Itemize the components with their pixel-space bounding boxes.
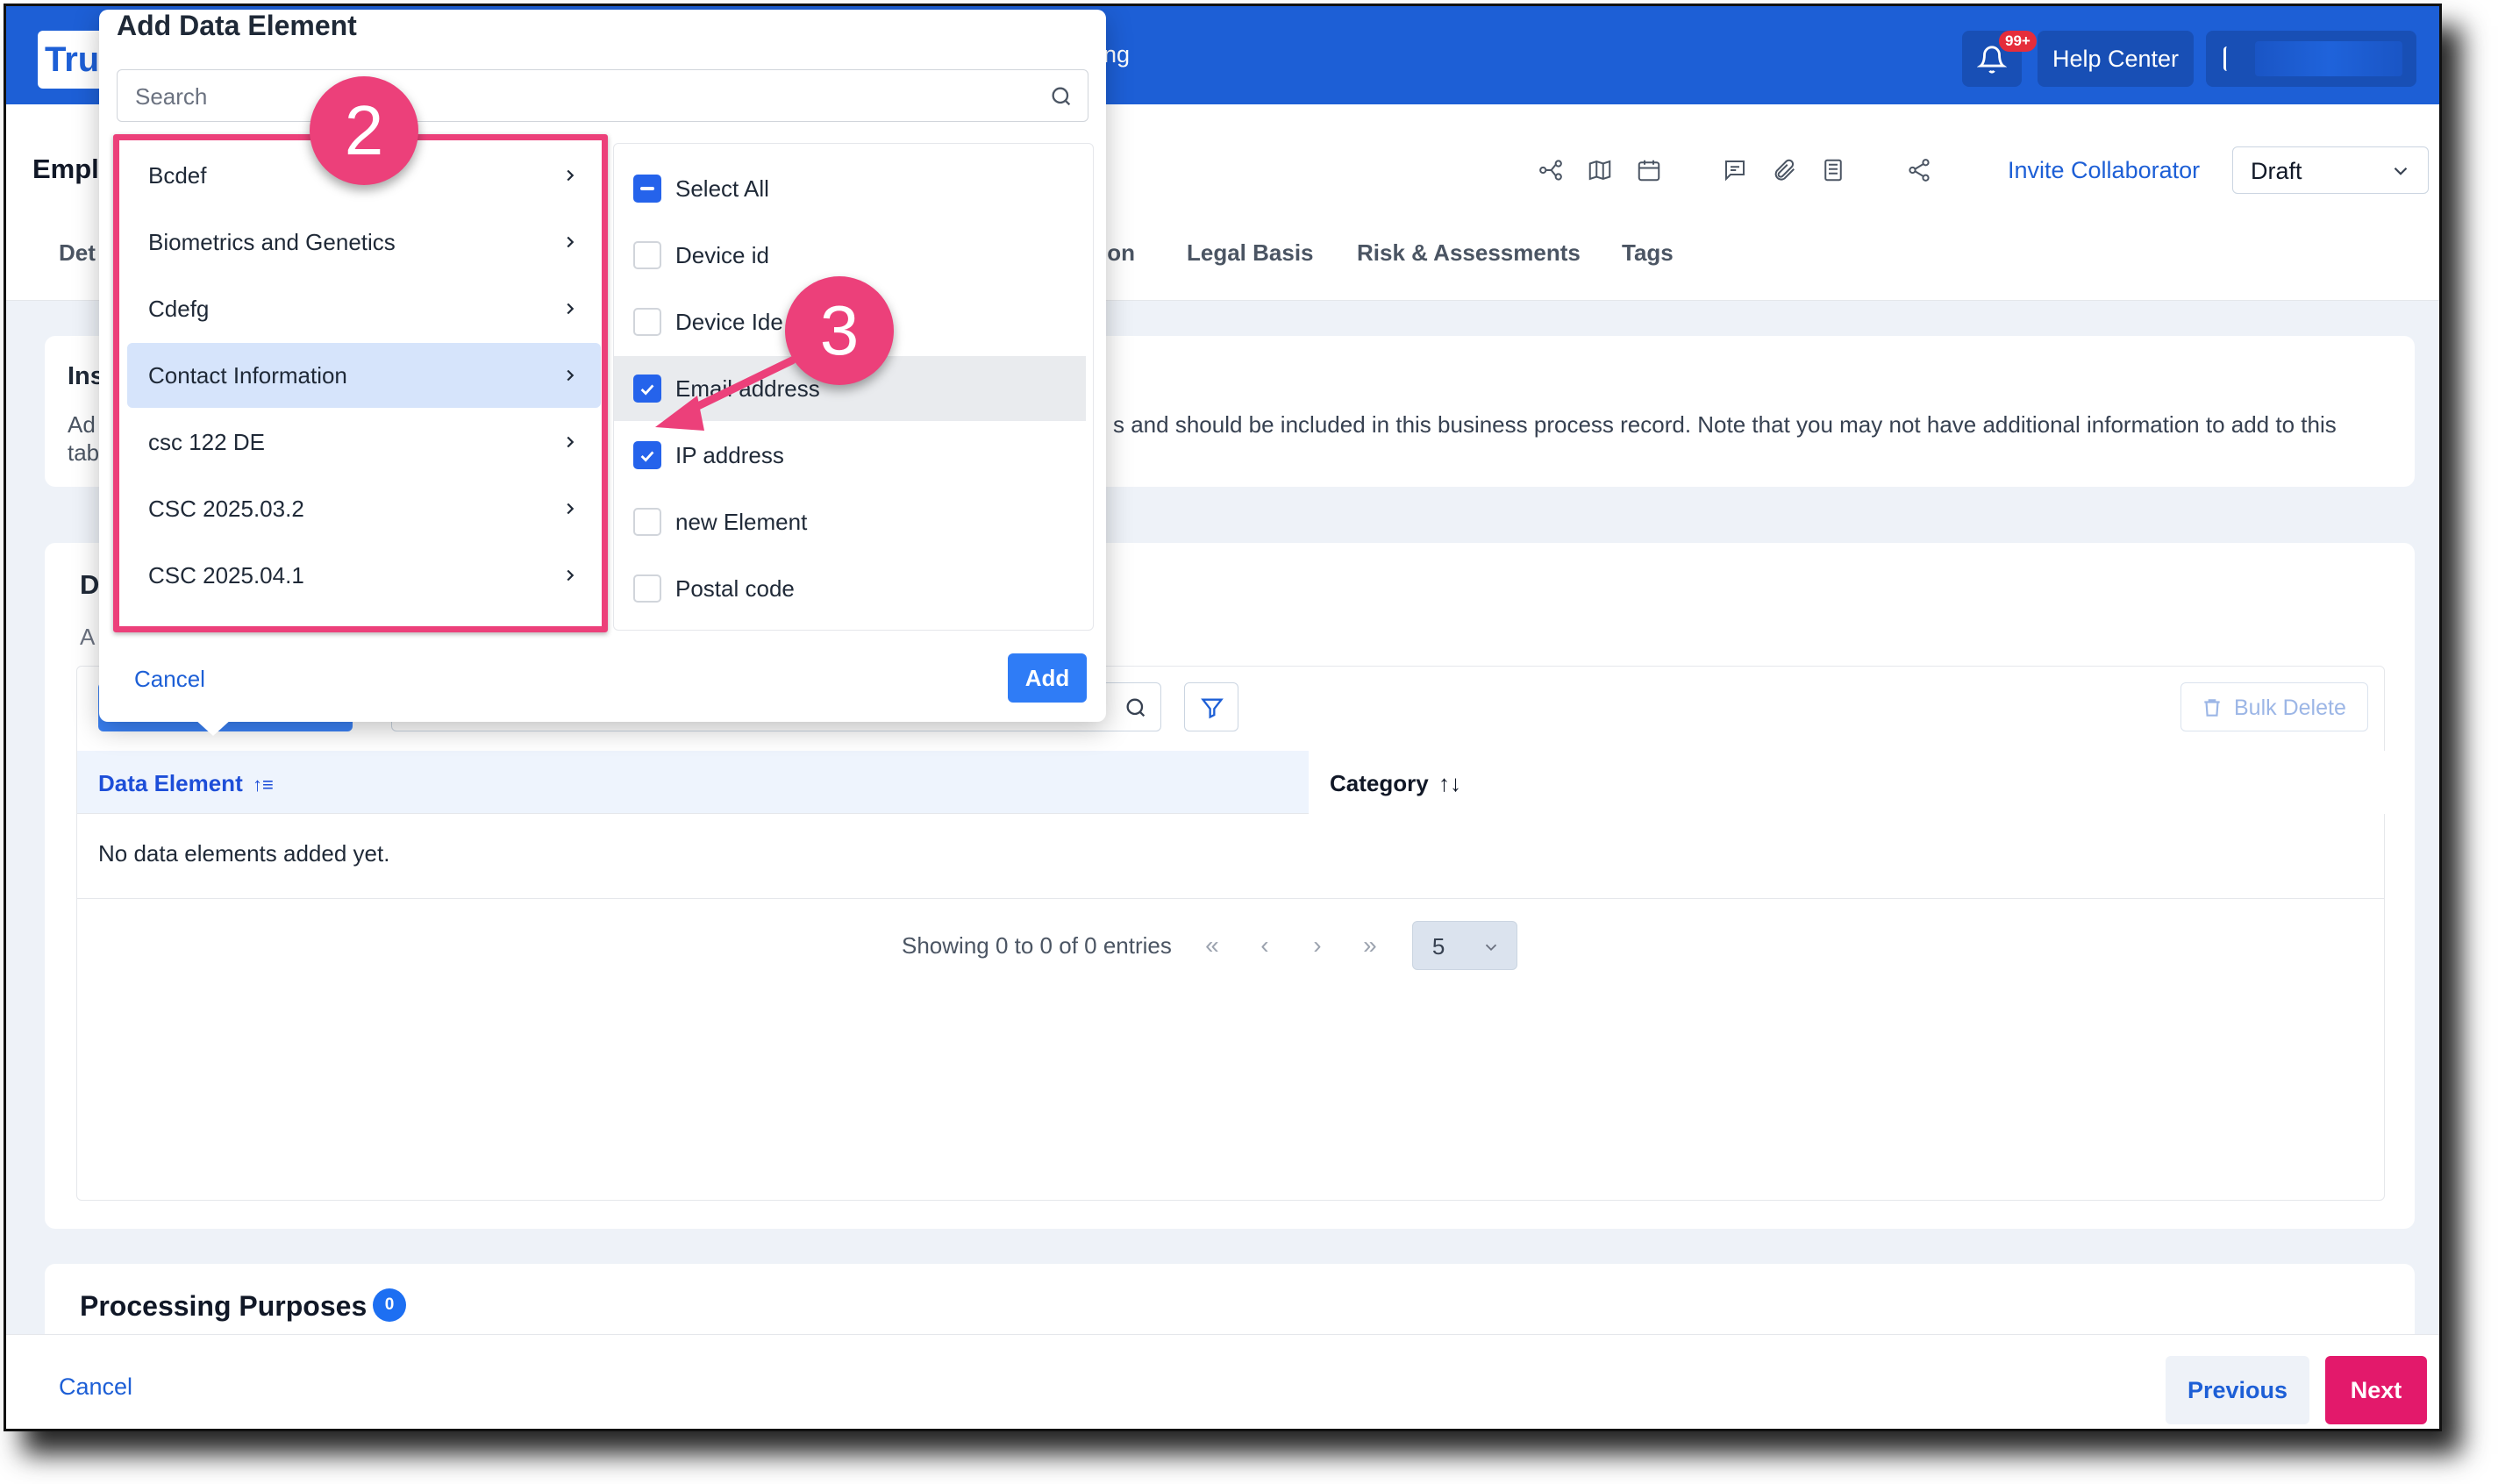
annotation-arrow [655, 356, 796, 431]
app-window: Trus ding 99+ Help Center Empl Invite Co… [4, 4, 2442, 1431]
